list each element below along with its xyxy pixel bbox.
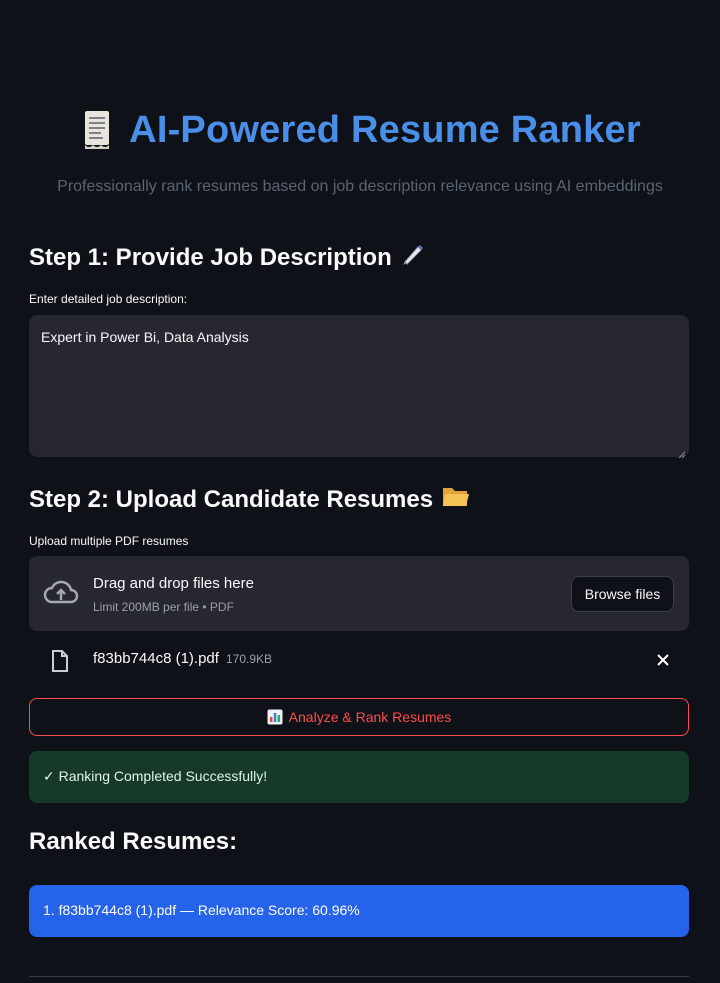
ranked-resumes-heading: Ranked Resumes: bbox=[29, 828, 238, 855]
ranked-result-text: 1. f83bb744c8 (1).pdf — Relevance Score:… bbox=[43, 902, 360, 918]
close-icon[interactable] bbox=[655, 652, 671, 668]
page-subtitle: Professionally rank resumes based on job… bbox=[57, 178, 663, 195]
bar-chart-icon bbox=[267, 709, 283, 725]
uploaded-file-row: f83bb744c8 (1).pdf 170.9KB bbox=[29, 640, 689, 680]
file-dropzone[interactable]: Drag and drop files here Limit 200MB per… bbox=[29, 556, 689, 631]
analyze-rank-button[interactable]: Analyze & Rank Resumes bbox=[29, 698, 689, 736]
page-header: AI-Powered Resume Ranker bbox=[0, 108, 720, 152]
dropzone-title: Drag and drop files here bbox=[93, 575, 254, 592]
page-title: AI-Powered Resume Ranker bbox=[129, 108, 641, 151]
job-description-value: Expert in Power Bi, Data Analysis bbox=[41, 329, 249, 345]
divider bbox=[29, 976, 689, 977]
file-icon bbox=[50, 649, 70, 673]
step1-heading: Step 1: Provide Job Description bbox=[29, 241, 426, 274]
dropzone-limit-text: Limit 200MB per file • PDF bbox=[93, 600, 234, 614]
analyze-rank-label: Analyze & Rank Resumes bbox=[288, 709, 452, 725]
uploaded-file-size: 170.9KB bbox=[226, 652, 273, 666]
cloud-upload-icon bbox=[43, 578, 79, 608]
job-description-textarea[interactable]: Expert in Power Bi, Data Analysis bbox=[29, 315, 689, 459]
resize-handle-icon[interactable] bbox=[678, 446, 686, 459]
success-message: ✓ Ranking Completed Successfully! bbox=[43, 768, 268, 784]
folder-icon bbox=[441, 483, 471, 516]
ranked-result-item: 1. f83bb744c8 (1).pdf — Relevance Score:… bbox=[29, 885, 689, 937]
success-alert: ✓ Ranking Completed Successfully! bbox=[29, 751, 689, 803]
step2-heading-text: Step 2: Upload Candidate Resumes bbox=[29, 485, 434, 513]
browse-files-button[interactable]: Browse files bbox=[571, 576, 674, 612]
upload-label: Upload multiple PDF resumes bbox=[29, 534, 189, 548]
job-description-label: Enter detailed job description: bbox=[29, 292, 188, 306]
step1-heading-text: Step 1: Provide Job Description bbox=[29, 243, 392, 271]
pen-icon bbox=[400, 241, 426, 274]
receipt-scroll-icon bbox=[79, 108, 115, 152]
uploaded-file-name: f83bb744c8 (1).pdf bbox=[93, 650, 219, 667]
step2-heading: Step 2: Upload Candidate Resumes bbox=[29, 483, 471, 516]
